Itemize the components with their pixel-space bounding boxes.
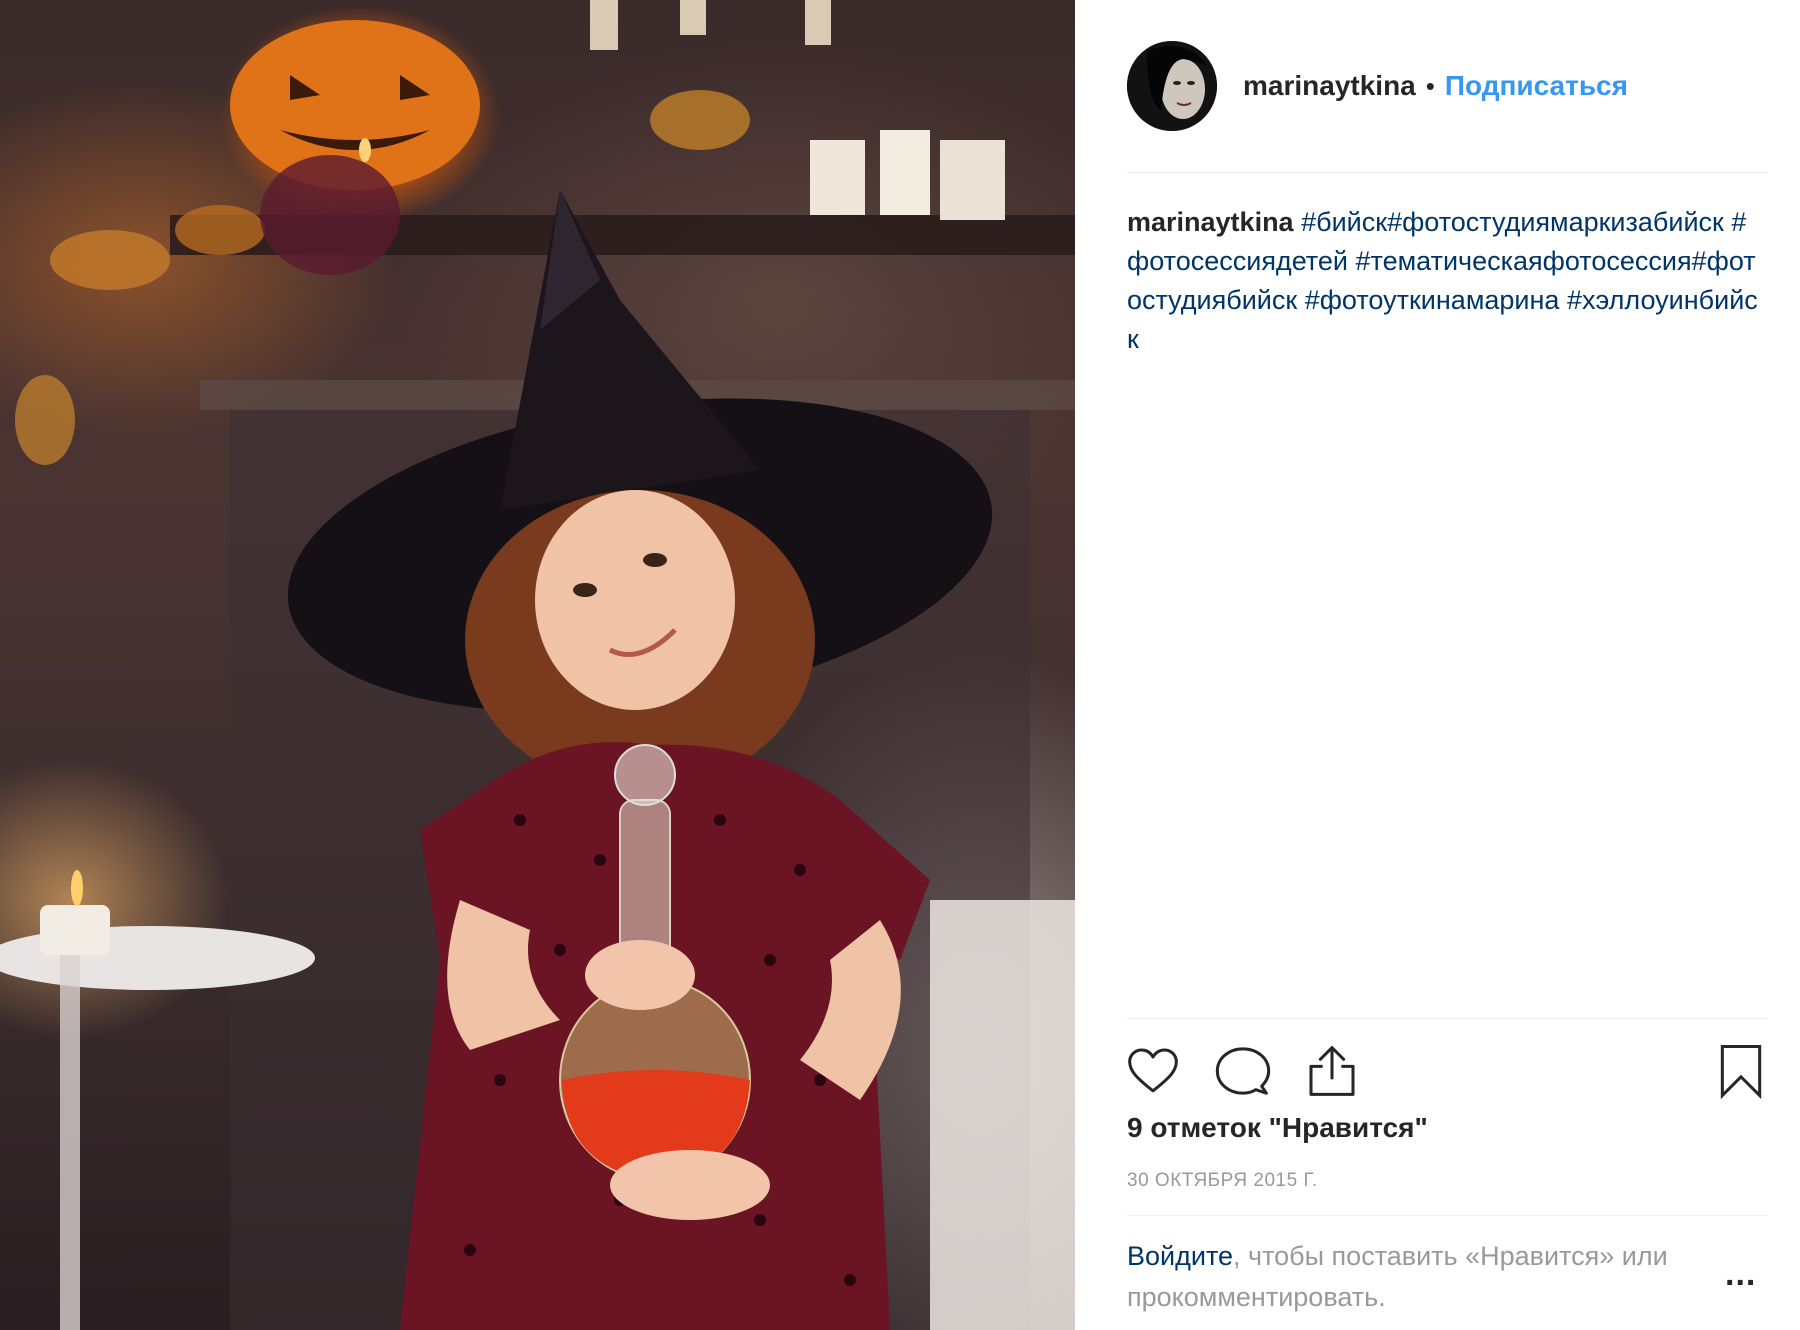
post-side-panel: marinaytkina • Подписаться marinaytkina … [1075, 0, 1800, 1330]
hashtag-link[interactable]: #бийск [1301, 207, 1387, 237]
heart-icon [1128, 1048, 1178, 1093]
login-prompt: Войдите, чтобы поставить «Нравится» или … [1127, 1236, 1707, 1318]
share-icon [1309, 1046, 1355, 1096]
post-photo[interactable] [0, 0, 1075, 1330]
more-options-button[interactable]: ... [1725, 1255, 1756, 1294]
comment-icon [1215, 1047, 1271, 1095]
login-link[interactable]: Войдите [1127, 1241, 1233, 1271]
header-separator: • [1425, 70, 1435, 101]
footer-divider [1127, 1215, 1767, 1216]
photo-illustration [0, 0, 1075, 1330]
avatar-portrait-icon [1127, 41, 1217, 131]
like-button[interactable] [1123, 1041, 1183, 1101]
hashtag-link[interactable]: #фотоуткинамарина [1305, 285, 1560, 315]
actions-divider [1127, 1018, 1767, 1019]
comment-button[interactable] [1213, 1041, 1273, 1101]
post-caption: marinaytkina #бийск#фотостудиямаркизабий… [1127, 203, 1767, 359]
header-username[interactable]: marinaytkina [1243, 70, 1416, 102]
post-actions [1127, 1035, 1767, 1101]
bookmark-icon [1720, 1044, 1762, 1099]
header-divider [1127, 172, 1767, 173]
avatar[interactable] [1127, 41, 1217, 131]
post-header: marinaytkina • Подписаться [1127, 38, 1767, 134]
save-button[interactable] [1711, 1041, 1771, 1101]
hashtag-link[interactable]: #тематическаяфотосессия [1356, 246, 1692, 276]
likes-count[interactable]: 9 отметок "Нравится" [1127, 1112, 1428, 1144]
follow-button[interactable]: Подписаться [1445, 70, 1628, 102]
post-date[interactable]: 30 ОКТЯБРЯ 2015 Г. [1127, 1170, 1318, 1192]
caption-username[interactable]: marinaytkina [1127, 207, 1294, 237]
hashtag-link[interactable]: #фотостудиямаркизабийск [1387, 207, 1724, 237]
share-button[interactable] [1302, 1041, 1362, 1101]
